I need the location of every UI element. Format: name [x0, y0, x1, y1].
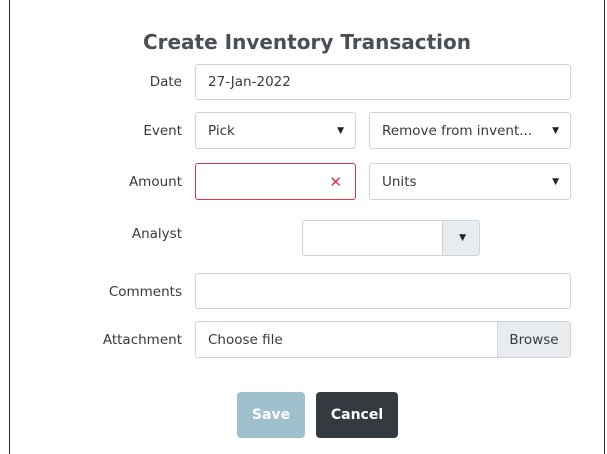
caret-down-icon: ▼: [552, 176, 559, 187]
clear-x-icon: ✕: [329, 172, 342, 191]
caret-down-icon: ▼: [459, 233, 466, 243]
event-type-select[interactable]: Pick ▼: [195, 112, 356, 149]
amount-label: Amount: [128, 174, 182, 190]
date-field[interactable]: 27-Jan-2022: [195, 64, 571, 100]
attachment-label: Attachment: [102, 332, 182, 348]
browse-button[interactable]: Browse: [497, 322, 570, 357]
create-inventory-transaction-dialog: Create Inventory Transaction Date 27-Jan…: [9, 0, 605, 454]
analyst-select[interactable]: ▼: [302, 220, 480, 256]
comments-input[interactable]: [195, 273, 571, 309]
amount-unit-select[interactable]: Units ▼: [369, 163, 571, 200]
analyst-dropdown-button[interactable]: ▼: [442, 221, 479, 255]
cancel-button[interactable]: Cancel: [316, 392, 398, 438]
event-action-select[interactable]: Remove from invent... ▼: [369, 112, 571, 149]
date-value: 27-Jan-2022: [208, 74, 291, 90]
event-type-value: Pick: [208, 122, 235, 139]
event-action-value: Remove from invent...: [382, 122, 533, 139]
date-label: Date: [149, 74, 182, 90]
save-button[interactable]: Save: [237, 392, 305, 438]
analyst-label: Analyst: [131, 226, 182, 242]
amount-input[interactable]: ✕: [195, 163, 356, 200]
caret-down-icon: ▼: [337, 125, 344, 136]
dialog-title: Create Inventory Transaction: [142, 30, 472, 54]
caret-down-icon: ▼: [552, 125, 559, 136]
event-label: Event: [143, 123, 182, 139]
amount-unit-value: Units: [382, 173, 417, 190]
attachment-file-input[interactable]: Choose file Browse: [195, 321, 571, 358]
attachment-placeholder: Choose file: [208, 331, 283, 348]
comments-label: Comments: [108, 284, 182, 300]
